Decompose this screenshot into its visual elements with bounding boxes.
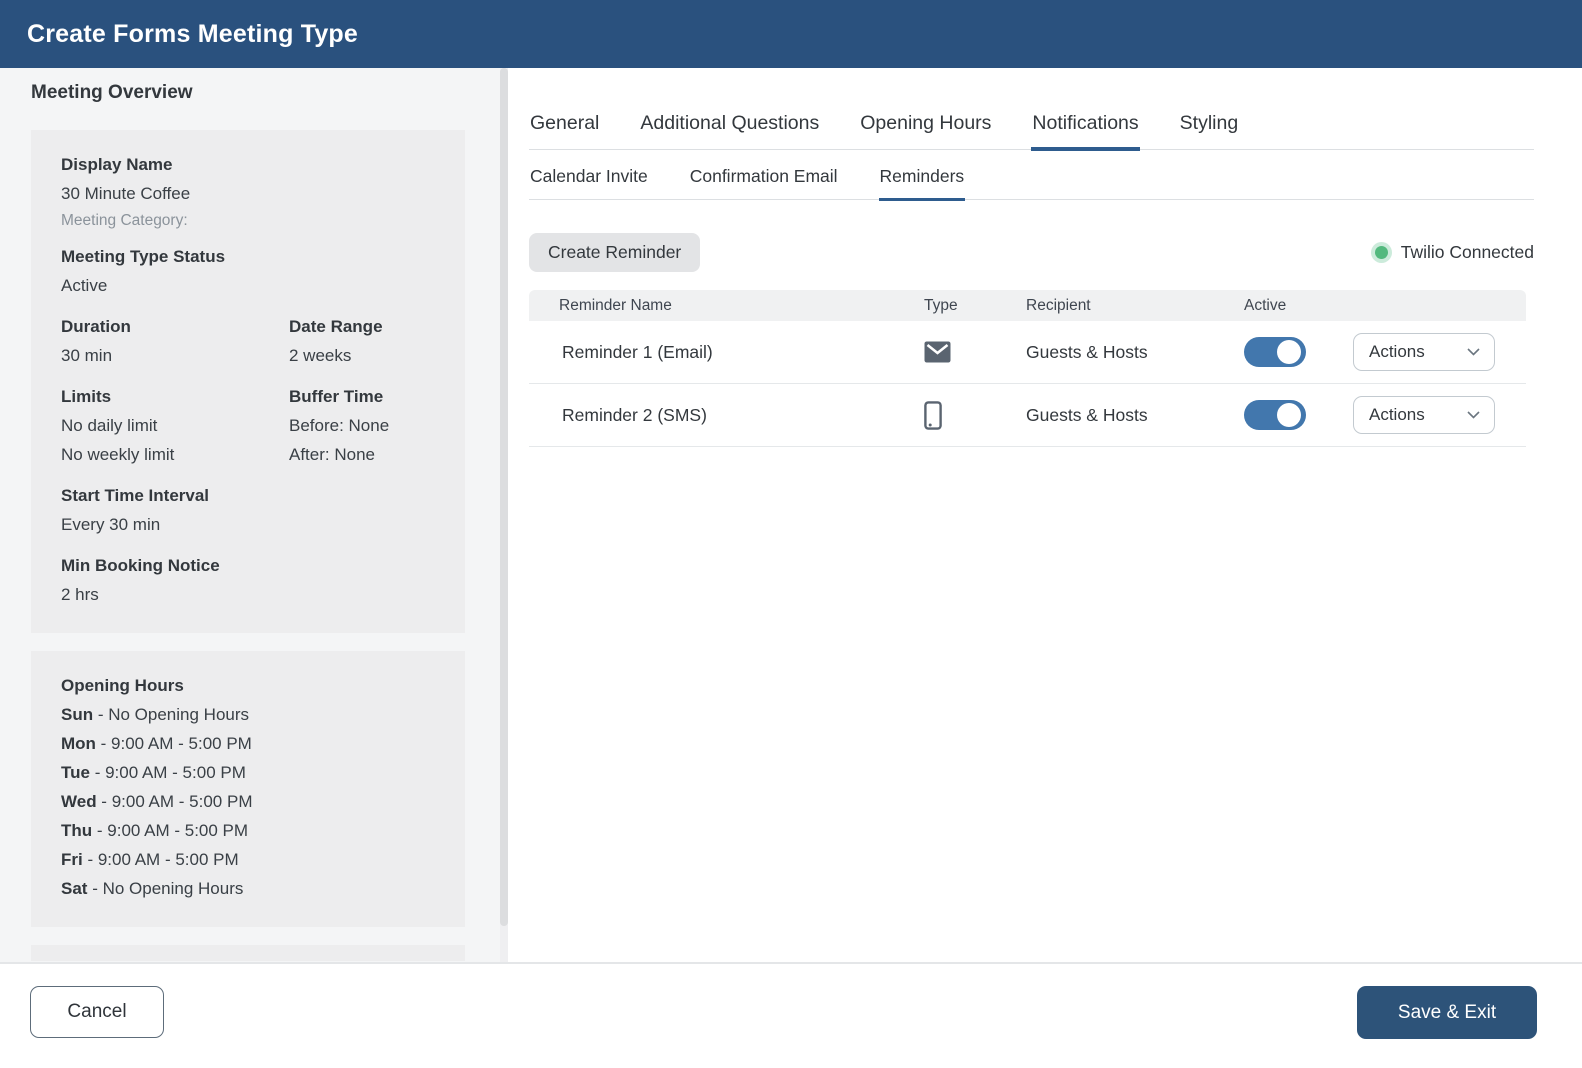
table-row: Reminder 1 (Email) Guests & Hosts Action… xyxy=(529,321,1526,384)
limits-daily: No daily limit xyxy=(61,411,289,440)
cancel-button[interactable]: Cancel xyxy=(30,986,164,1038)
duration-value: 30 min xyxy=(61,341,289,370)
reminders-table: Reminder Name Type Recipient Active Remi… xyxy=(529,290,1526,447)
status-value: Active xyxy=(61,271,437,300)
limits-label: Limits xyxy=(61,382,289,411)
modal-header: Create Forms Meeting Type xyxy=(0,0,1582,68)
buffer-time-label: Buffer Time xyxy=(289,382,437,411)
buffer-before: Before: None xyxy=(289,411,437,440)
sidebar-title: Meeting Overview xyxy=(31,82,500,104)
display-name-label: Display Name xyxy=(61,150,437,179)
opening-hours-fri: Fri - 9:00 AM - 5:00 PM xyxy=(61,845,437,874)
sidebar-scrollbar-thumb[interactable] xyxy=(500,68,508,926)
buffer-after: After: None xyxy=(289,440,437,469)
reminder-name: Reminder 1 (Email) xyxy=(529,342,924,363)
tab-styling[interactable]: Styling xyxy=(1179,112,1240,149)
smartphone-icon xyxy=(924,401,1026,430)
active-toggle[interactable] xyxy=(1244,400,1306,430)
col-active: Active xyxy=(1244,297,1353,315)
start-time-interval-label: Start Time Interval xyxy=(61,481,437,510)
partially-visible-card xyxy=(31,945,465,961)
col-type: Type xyxy=(924,297,1026,315)
meeting-category-label: Meeting Category: xyxy=(61,208,437,234)
col-recipient: Recipient xyxy=(1026,297,1244,315)
opening-hours-wed: Wed - 9:00 AM - 5:00 PM xyxy=(61,787,437,816)
opening-hours-sat: Sat - No Opening Hours xyxy=(61,874,437,903)
toggle-knob xyxy=(1277,403,1301,427)
opening-hours-tue: Tue - 9:00 AM - 5:00 PM xyxy=(61,758,437,787)
opening-hours-thu: Thu - 9:00 AM - 5:00 PM xyxy=(61,816,437,845)
main-tab-bar: General Additional Questions Opening Hou… xyxy=(529,112,1534,150)
start-time-interval-value: Every 30 min xyxy=(61,510,437,539)
twilio-connected-dot-icon xyxy=(1375,246,1388,259)
limits-weekly: No weekly limit xyxy=(61,440,289,469)
duration-label: Duration xyxy=(61,312,289,341)
min-booking-notice-label: Min Booking Notice xyxy=(61,551,437,580)
display-name-value: 30 Minute Coffee xyxy=(61,179,437,208)
main-content: General Additional Questions Opening Hou… xyxy=(500,68,1582,962)
modal-footer: Cancel Save & Exit xyxy=(0,962,1582,1068)
opening-hours-mon: Mon - 9:00 AM - 5:00 PM xyxy=(61,729,437,758)
notifications-subtab-bar: Calendar Invite Confirmation Email Remin… xyxy=(529,166,1534,200)
chevron-down-icon xyxy=(1467,348,1480,356)
toggle-knob xyxy=(1277,340,1301,364)
table-row: Reminder 2 (SMS) Guests & Hosts Actions xyxy=(529,384,1526,447)
subtab-reminders[interactable]: Reminders xyxy=(879,166,966,201)
twilio-status: Twilio Connected xyxy=(1375,242,1534,263)
chevron-down-icon xyxy=(1467,411,1480,419)
date-range-label: Date Range xyxy=(289,312,437,341)
date-range-value: 2 weeks xyxy=(289,341,437,370)
tab-additional-questions[interactable]: Additional Questions xyxy=(639,112,820,149)
page-title: Create Forms Meeting Type xyxy=(27,20,358,49)
subtab-calendar-invite[interactable]: Calendar Invite xyxy=(529,166,649,199)
mail-icon xyxy=(924,341,1026,363)
sidebar-scrollbar xyxy=(500,68,508,962)
actions-dropdown[interactable]: Actions xyxy=(1353,396,1495,434)
status-label: Meeting Type Status xyxy=(61,242,437,271)
opening-hours-card: Opening Hours Sun - No Opening Hours Mon… xyxy=(31,651,465,927)
reminder-name: Reminder 2 (SMS) xyxy=(529,405,924,426)
active-toggle[interactable] xyxy=(1244,337,1306,367)
meeting-overview-sidebar: Meeting Overview Display Name 30 Minute … xyxy=(0,68,500,962)
reminder-recipient: Guests & Hosts xyxy=(1026,342,1244,363)
tab-notifications[interactable]: Notifications xyxy=(1031,112,1139,151)
col-reminder-name: Reminder Name xyxy=(529,297,924,315)
tab-general[interactable]: General xyxy=(529,112,600,149)
tab-opening-hours[interactable]: Opening Hours xyxy=(859,112,992,149)
create-reminder-button[interactable]: Create Reminder xyxy=(529,233,700,272)
subtab-confirmation-email[interactable]: Confirmation Email xyxy=(689,166,839,199)
actions-dropdown[interactable]: Actions xyxy=(1353,333,1495,371)
save-and-exit-button[interactable]: Save & Exit xyxy=(1357,986,1537,1039)
twilio-status-label: Twilio Connected xyxy=(1401,242,1534,263)
min-booking-notice-value: 2 hrs xyxy=(61,580,437,609)
overview-card: Display Name 30 Minute Coffee Meeting Ca… xyxy=(31,130,465,633)
reminder-recipient: Guests & Hosts xyxy=(1026,405,1244,426)
opening-hours-sun: Sun - No Opening Hours xyxy=(61,700,437,729)
table-header-row: Reminder Name Type Recipient Active xyxy=(529,290,1526,321)
opening-hours-title: Opening Hours xyxy=(61,671,437,700)
